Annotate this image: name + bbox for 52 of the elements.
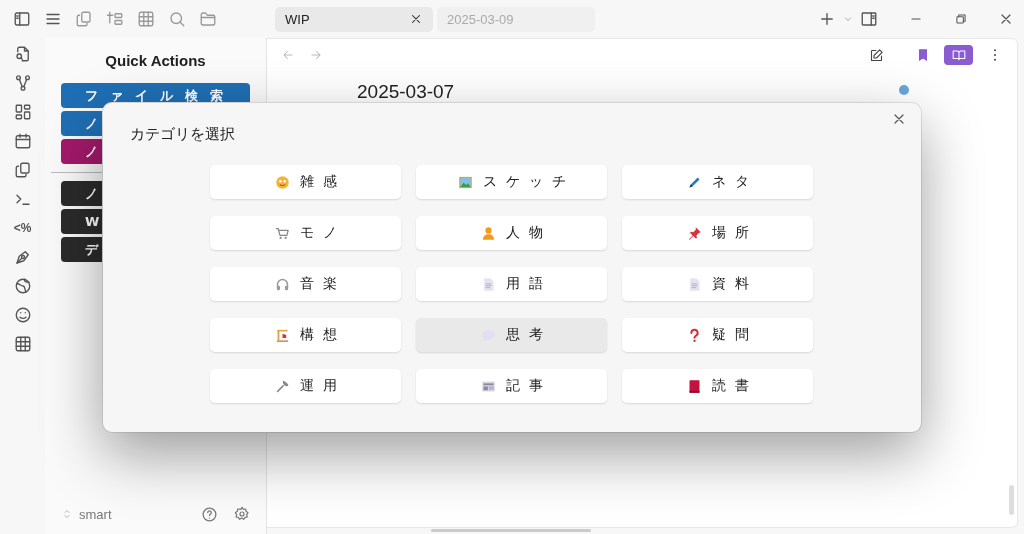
category-button[interactable]: 疑問 (622, 318, 813, 352)
sidebar-title: Quick Actions (105, 52, 206, 69)
category-button[interactable]: 資料 (622, 267, 813, 301)
category-button[interactable]: 構想 (210, 318, 401, 352)
restore-icon[interactable] (954, 12, 968, 26)
category-button[interactable]: 人物 (416, 216, 607, 250)
settings-icon[interactable] (234, 506, 250, 522)
file-search-icon[interactable] (13, 45, 32, 63)
modal-title: カテゴリを選択 (130, 125, 235, 144)
landscape-icon (457, 174, 473, 190)
tab[interactable]: WIP (275, 6, 433, 32)
vault-name[interactable]: smart (79, 506, 112, 522)
person-icon (480, 225, 496, 241)
reading-view-button[interactable] (944, 45, 973, 65)
category-button[interactable]: 記事 (416, 369, 607, 403)
category-button[interactable]: スケッチ (416, 165, 607, 199)
category-button[interactable]: モノ (210, 216, 401, 250)
tree-icon[interactable] (106, 10, 124, 28)
category-button[interactable]: 用語 (416, 267, 607, 301)
right-panel-icon[interactable] (860, 10, 878, 28)
table-icon[interactable] (13, 335, 32, 353)
help-icon[interactable] (201, 505, 218, 523)
category-button[interactable]: 音楽 (210, 267, 401, 301)
close-icon[interactable] (409, 12, 423, 26)
plus-icon[interactable] (818, 10, 836, 28)
category-button[interactable]: ネタ (622, 165, 813, 199)
headphones-icon (274, 276, 290, 292)
copy-icon[interactable] (13, 161, 32, 179)
smiley-icon (274, 174, 290, 190)
template-icon[interactable]: <% (13, 219, 32, 237)
globe-icon[interactable] (13, 277, 32, 295)
edit-icon[interactable] (869, 47, 884, 63)
graph-icon[interactable] (13, 74, 32, 92)
pin-icon (686, 225, 702, 241)
pen-icon[interactable] (13, 248, 32, 266)
folder-icon[interactable] (199, 10, 217, 28)
category-button[interactable]: 運用 (210, 369, 401, 403)
search-icon[interactable] (168, 10, 186, 28)
category-button[interactable]: 雑感 (210, 165, 401, 199)
dot-icon (899, 85, 909, 95)
smiley-icon[interactable] (13, 306, 32, 324)
book-icon (951, 48, 966, 62)
calendar-icon[interactable] (13, 132, 32, 150)
category-button[interactable]: 思考 (416, 318, 607, 352)
sidebar-toggle-icon[interactable] (13, 10, 31, 28)
bookmark-icon[interactable] (916, 48, 930, 62)
note-title: 2025-03-07 (357, 81, 455, 103)
scrollbar[interactable] (1009, 485, 1014, 515)
category-button[interactable]: 場所 (622, 216, 813, 250)
dashboard-icon[interactable] (13, 103, 32, 121)
cart-icon (274, 225, 290, 241)
category-button[interactable]: 読書 (622, 369, 813, 403)
